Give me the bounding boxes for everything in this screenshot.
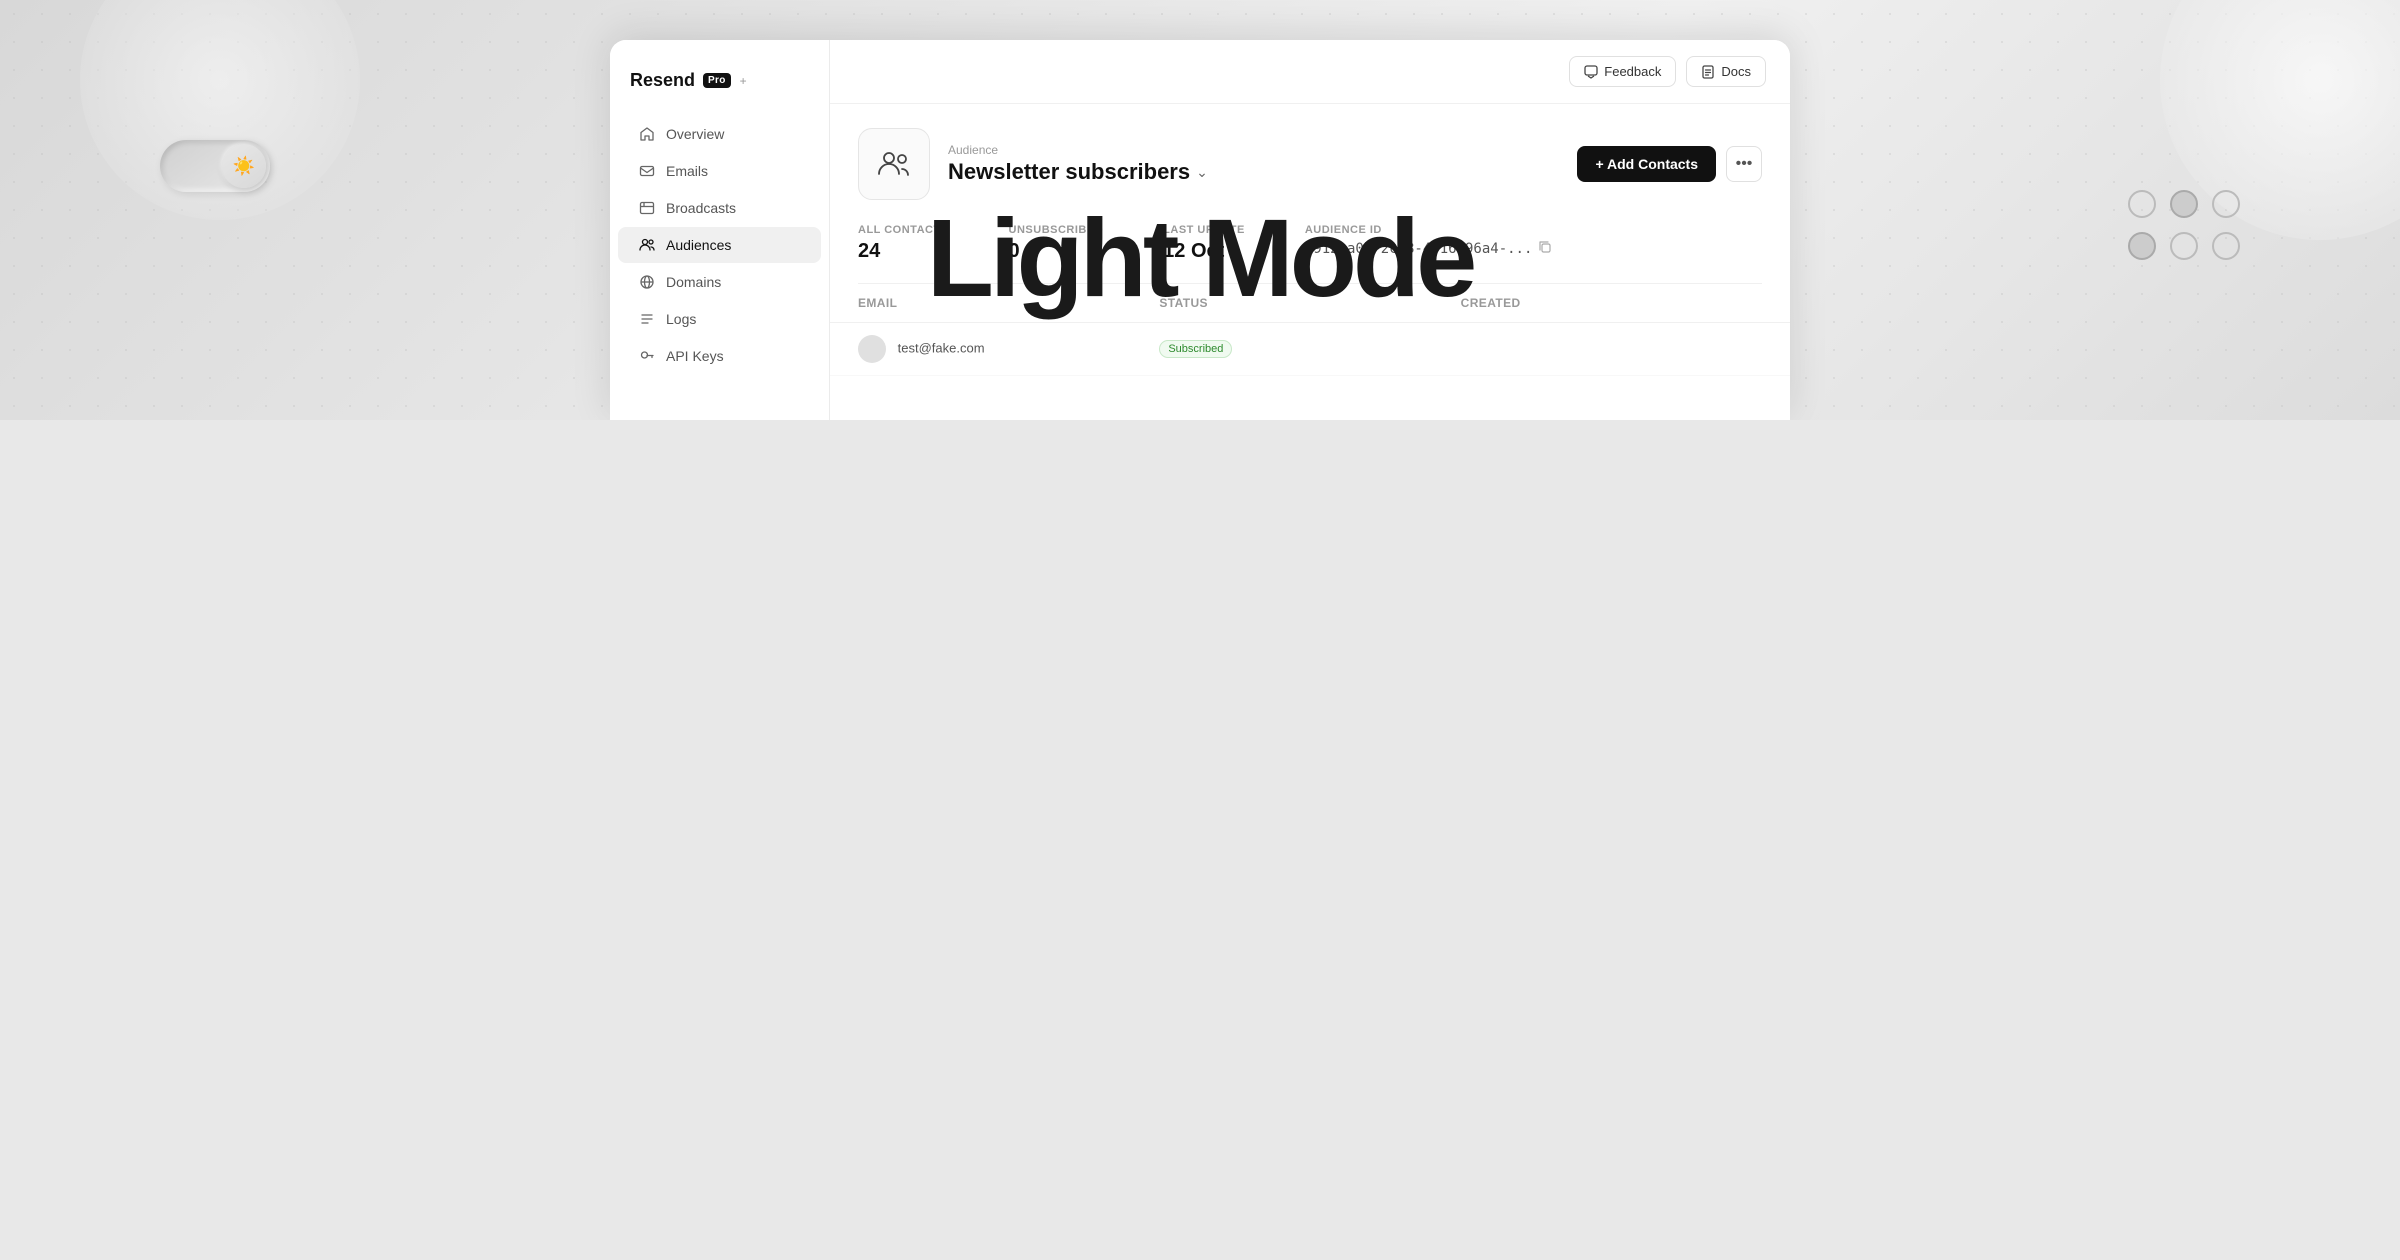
- deco-radio-4: [2128, 232, 2156, 260]
- sidebar-item-overview[interactable]: Overview: [618, 116, 821, 152]
- audience-info: Audience Newsletter subscribers ⌄: [948, 143, 1208, 185]
- broadcasts-icon: [638, 199, 656, 217]
- add-contacts-button[interactable]: + Add Contacts: [1577, 146, 1716, 182]
- deco-radio-3: [2212, 190, 2240, 218]
- email-avatar: [858, 335, 886, 363]
- top-bar: Feedback Docs: [830, 40, 1790, 104]
- sidebar-item-logs[interactable]: Logs: [618, 301, 821, 337]
- api-keys-label: API Keys: [666, 348, 724, 364]
- pro-badge: Pro: [703, 73, 731, 88]
- audience-left: Audience Newsletter subscribers ⌄: [858, 128, 1208, 200]
- copy-icon[interactable]: [1538, 240, 1552, 257]
- col-created: Created: [1461, 296, 1762, 310]
- broadcasts-label: Broadcasts: [666, 200, 736, 216]
- ellipsis-icon: •••: [1736, 155, 1753, 173]
- docs-label: Docs: [1721, 64, 1751, 79]
- sidebar: Resend Pro + Overview: [610, 40, 830, 420]
- overview-label: Overview: [666, 126, 724, 142]
- app-name: Resend: [630, 70, 695, 91]
- home-icon: [638, 125, 656, 143]
- sidebar-logo: Resend Pro +: [610, 60, 829, 115]
- theme-toggle[interactable]: ☀️: [160, 140, 270, 192]
- audience-icon-box: [858, 128, 930, 200]
- audience-dropdown-arrow[interactable]: ⌄: [1196, 164, 1208, 181]
- globe-icon: [638, 273, 656, 291]
- deco-radio-2: [2170, 190, 2198, 218]
- sun-icon: ☀️: [233, 156, 255, 177]
- docs-icon: [1701, 65, 1715, 79]
- feedback-label: Feedback: [1604, 64, 1661, 79]
- logs-label: Logs: [666, 311, 696, 327]
- sidebar-item-audiences[interactable]: Audiences: [618, 227, 821, 263]
- add-contacts-label: + Add Contacts: [1595, 156, 1698, 172]
- sidebar-item-api-keys[interactable]: API Keys: [618, 338, 821, 374]
- feedback-icon: [1584, 65, 1598, 79]
- audience-label: Audience: [948, 143, 1208, 157]
- hero-title: Light Mode: [927, 204, 1474, 314]
- audience-name-row: Newsletter subscribers ⌄: [948, 159, 1208, 185]
- deco-radio-grid: [2128, 190, 2240, 260]
- more-options-button[interactable]: •••: [1726, 146, 1762, 182]
- emails-label: Emails: [666, 163, 708, 179]
- table-row: test@fake.com Subscribed: [830, 323, 1790, 376]
- sidebar-item-domains[interactable]: Domains: [618, 264, 821, 300]
- row-status: Subscribed: [1159, 340, 1460, 358]
- audience-people-icon: [876, 146, 912, 182]
- audience-actions: + Add Contacts •••: [1577, 146, 1762, 182]
- audiences-label: Audiences: [666, 237, 731, 253]
- feedback-button[interactable]: Feedback: [1569, 56, 1676, 87]
- docs-button[interactable]: Docs: [1686, 56, 1766, 87]
- mail-icon: [638, 162, 656, 180]
- status-badge: Subscribed: [1159, 340, 1232, 358]
- row-email: test@fake.com: [858, 335, 1159, 363]
- email-value: test@fake.com: [898, 340, 985, 355]
- key-icon: [638, 347, 656, 365]
- sidebar-item-emails[interactable]: Emails: [618, 153, 821, 189]
- logs-icon: [638, 310, 656, 328]
- hero-section: ☀️ New Light Mode Resend Pro +: [0, 0, 2400, 420]
- domains-label: Domains: [666, 274, 721, 290]
- toggle-track[interactable]: ☀️: [160, 140, 270, 192]
- pro-plus-label: +: [740, 74, 747, 88]
- toggle-thumb: ☀️: [222, 144, 266, 188]
- audiences-icon: [638, 236, 656, 254]
- sidebar-item-broadcasts[interactable]: Broadcasts: [618, 190, 821, 226]
- deco-radio-1: [2128, 190, 2156, 218]
- audience-name: Newsletter subscribers: [948, 159, 1190, 185]
- deco-radio-6: [2212, 232, 2240, 260]
- deco-radio-5: [2170, 232, 2198, 260]
